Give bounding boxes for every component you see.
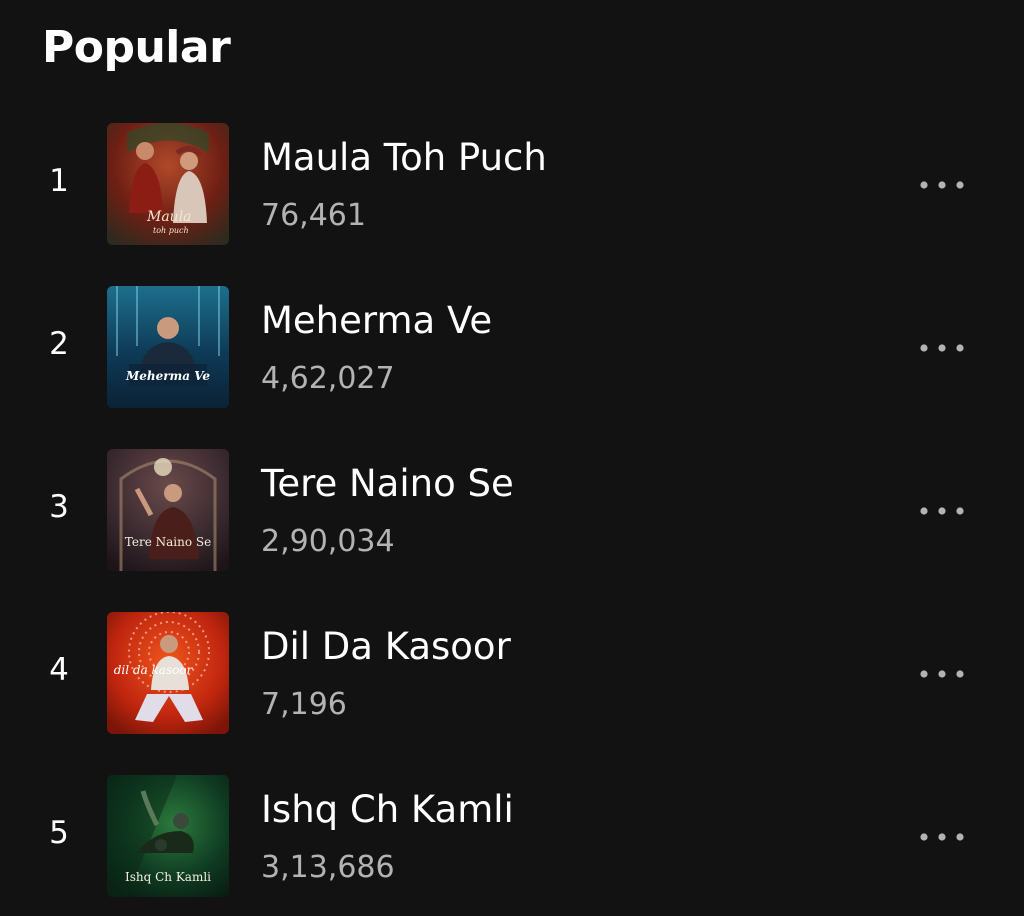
cover-title-line: Meherma Ve [125, 369, 210, 383]
track-rank: 2 [49, 326, 69, 362]
track-rank: 5 [49, 815, 69, 851]
play-count: 2,90,034 [261, 524, 395, 559]
album-cover[interactable]: dil da kasoor [107, 612, 229, 734]
popular-section: Popular 1 Maula toh puch Maula Toh Puch … [0, 0, 1024, 916]
cover-title-line: Maula [146, 209, 192, 225]
track-row[interactable]: 2 Meherma Ve Meherma Ve 4,62,027 [0, 286, 1024, 410]
cover-title-line: Tere Naino Se [125, 535, 211, 549]
more-options-button[interactable] [912, 328, 972, 368]
cover-title-line: Ishq Ch Kamli [125, 870, 211, 884]
album-art-image: Tere Naino Se [107, 449, 229, 571]
track-row[interactable]: 1 Maula toh puch Maula Toh Puch 76,461 [0, 123, 1024, 247]
album-art-image: dil da kasoor [107, 612, 229, 734]
track-rank: 4 [49, 652, 69, 688]
cover-title-line: dil da kasoor [114, 663, 194, 677]
play-count: 76,461 [261, 198, 366, 233]
more-horizontal-icon [920, 344, 964, 352]
track-row[interactable]: 5 Ishq Ch Kamli Ishq Ch Kamli 3,13,686 [0, 775, 1024, 899]
album-art-image: Maula toh puch [107, 123, 229, 245]
album-cover[interactable]: Tere Naino Se [107, 449, 229, 571]
album-cover[interactable]: Maula toh puch [107, 123, 229, 245]
more-horizontal-icon [920, 670, 964, 678]
more-options-button[interactable] [912, 491, 972, 531]
album-art-image: Meherma Ve [107, 286, 229, 408]
more-horizontal-icon [920, 181, 964, 189]
track-title[interactable]: Tere Naino Se [261, 462, 514, 505]
album-cover[interactable]: Meherma Ve [107, 286, 229, 408]
more-options-button[interactable] [912, 165, 972, 205]
track-title[interactable]: Dil Da Kasoor [261, 625, 511, 668]
track-title[interactable]: Maula Toh Puch [261, 136, 547, 179]
play-count: 4,62,027 [261, 361, 395, 396]
cover-subtitle-line: toh puch [153, 226, 189, 235]
more-horizontal-icon [920, 833, 964, 841]
play-count: 7,196 [261, 687, 347, 722]
section-title: Popular [42, 22, 231, 73]
more-options-button[interactable] [912, 654, 972, 694]
play-count: 3,13,686 [261, 850, 395, 885]
track-rank: 1 [49, 163, 69, 199]
album-cover[interactable]: Ishq Ch Kamli [107, 775, 229, 897]
track-row[interactable]: 4 dil da kasoor Dil Da Kasoor 7,196 [0, 612, 1024, 736]
album-art-image: Ishq Ch Kamli [107, 775, 229, 897]
track-title[interactable]: Ishq Ch Kamli [261, 788, 514, 831]
more-options-button[interactable] [912, 817, 972, 857]
more-horizontal-icon [920, 507, 964, 515]
track-title[interactable]: Meherma Ve [261, 299, 492, 342]
track-row[interactable]: 3 Tere Naino Se Tere Naino Se 2,90,034 [0, 449, 1024, 573]
track-rank: 3 [49, 489, 69, 525]
